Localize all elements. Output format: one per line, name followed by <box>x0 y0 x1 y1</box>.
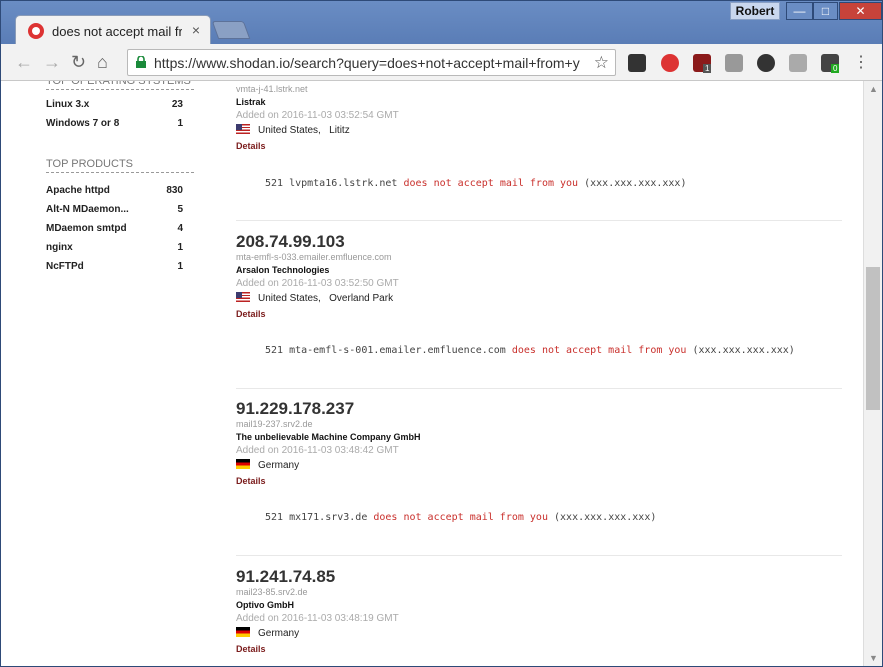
url-text[interactable]: https://www.shodan.io/search?query=does+… <box>154 55 584 71</box>
result-item: vmta-j-41.lstrk.net Listrak Added on 201… <box>236 84 842 221</box>
facet-product-item[interactable]: NcFTPd 1 <box>46 261 194 280</box>
bookmark-star-icon[interactable]: ☆ <box>594 53 609 73</box>
close-window-button[interactable]: ✕ <box>839 2 882 20</box>
tab-close-icon[interactable]: × <box>192 22 200 38</box>
top-products-heading: TOP PRODUCTS <box>46 158 194 173</box>
address-bar[interactable]: https://www.shodan.io/search?query=does+… <box>127 49 616 76</box>
ublock-badge: 1 <box>703 64 712 73</box>
tab-title: does not accept mail from <box>52 24 182 39</box>
result-item: 91.229.178.237 mail19-237.srv2.de The un… <box>236 399 842 556</box>
result-details-link[interactable]: Details <box>236 307 842 321</box>
scroll-down-arrow-icon[interactable]: ▼ <box>864 650 883 666</box>
incognito-icon[interactable] <box>628 54 646 72</box>
germany-flag-icon <box>236 627 250 637</box>
page-content: TOP OPERATING SYSTEMS Linux 3.x 23 Window… <box>1 81 863 666</box>
facet-os-item[interactable]: Windows 7 or 81 <box>46 118 194 137</box>
result-added-date: Added on 2016-11-03 03:52:50 GMT <box>236 278 399 289</box>
result-organization: Listrak <box>236 97 266 107</box>
notes-icon[interactable] <box>725 54 743 72</box>
result-hostname: vmta-j-41.lstrk.net <box>236 84 308 94</box>
result-organization: Arsalon Technologies <box>236 265 330 275</box>
back-arrow-icon[interactable]: ← <box>15 52 33 73</box>
result-hostname: mail23-85.srv2.de <box>236 587 308 597</box>
result-location: United States, Overland Park <box>236 290 842 307</box>
result-organization: Optivo GmbH <box>236 600 294 610</box>
title-bar: does not accept mail from × Robert — □ ✕ <box>1 1 882 45</box>
facet-product-item[interactable]: nginx 1 <box>46 242 194 261</box>
result-details-link[interactable]: Details <box>236 139 842 153</box>
facet-product-item[interactable]: Apache httpd 830 <box>46 185 194 204</box>
minimize-button[interactable]: — <box>786 2 813 20</box>
menu-icon[interactable]: ⋮ <box>853 52 869 72</box>
tab-shodan[interactable]: does not accept mail from × <box>15 15 211 45</box>
vertical-scrollbar[interactable]: ▲ ▼ <box>863 81 882 666</box>
result-location: Germany <box>236 457 842 474</box>
result-location: Germany <box>236 625 842 642</box>
facet-product-item[interactable]: Alt-N MDaemon... 5 <box>46 204 194 223</box>
vpn-icon[interactable]: 0 <box>821 54 840 73</box>
browser-window: does not accept mail from × Robert — □ ✕… <box>0 0 883 667</box>
result-added-date: Added on 2016-11-03 03:48:19 GMT <box>236 613 399 624</box>
os-list: Linux 3.x 23 Windows 7 or 81 <box>46 99 194 137</box>
result-location: United States, Lititz <box>236 122 842 139</box>
scroll-up-arrow-icon[interactable]: ▲ <box>864 81 883 97</box>
vpn-badge: 0 <box>831 64 840 73</box>
browser-toolbar: ← → ↻ ⌂ https://www.shodan.io/search?que… <box>1 44 882 81</box>
forward-arrow-icon[interactable]: → <box>43 52 61 73</box>
us-flag-icon <box>236 124 250 134</box>
broom-icon[interactable] <box>789 54 807 72</box>
new-tab-button[interactable] <box>211 21 251 39</box>
result-banner: 521 mta-emfl-s-001.emailer.emfluence.com… <box>265 345 795 356</box>
ublock-icon[interactable]: 1 <box>693 54 712 73</box>
top-os-heading: TOP OPERATING SYSTEMS <box>46 81 194 90</box>
result-ip-link[interactable]: 91.241.74.85 <box>236 567 842 587</box>
result-item: 91.241.74.85 mail23-85.srv2.de Optivo Gm… <box>236 567 842 666</box>
reload-icon[interactable]: ↻ <box>71 52 86 73</box>
result-added-date: Added on 2016-11-03 03:48:42 GMT <box>236 445 399 456</box>
vivaldi-icon[interactable] <box>661 54 679 72</box>
result-ip-link[interactable]: 91.229.178.237 <box>236 399 842 419</box>
ghostery-icon[interactable] <box>757 54 775 72</box>
result-details-link[interactable]: Details <box>236 642 842 656</box>
germany-flag-icon <box>236 459 250 469</box>
products-list: Apache httpd 830 Alt-N MDaemon... 5 MDaemo… <box>46 185 194 280</box>
result-organization: The unbelievable Machine Company GmbH <box>236 432 421 442</box>
maximize-button[interactable]: □ <box>813 2 838 20</box>
result-banner: 521 mx171.srv3.de does not accept mail f… <box>265 512 657 523</box>
result-hostname: mail19-237.srv2.de <box>236 419 313 429</box>
us-flag-icon <box>236 292 250 302</box>
result-details-link[interactable]: Details <box>236 474 842 488</box>
facet-os-item[interactable]: Linux 3.x 23 <box>46 99 194 118</box>
result-hostname: mta-emfl-s-033.emailer.emfluence.com <box>236 252 392 262</box>
facet-product-item[interactable]: MDaemon smtpd 4 <box>46 223 194 242</box>
shodan-favicon-icon <box>28 23 44 39</box>
scrollbar-thumb[interactable] <box>866 267 880 410</box>
home-icon[interactable]: ⌂ <box>97 52 108 73</box>
result-added-date: Added on 2016-11-03 03:52:54 GMT <box>236 110 399 121</box>
lock-icon <box>136 56 146 68</box>
result-ip-link[interactable]: 208.74.99.103 <box>236 232 842 252</box>
result-item: 208.74.99.103 mta-emfl-s-033.emailer.emf… <box>236 232 842 389</box>
result-banner: 521 lvpmta16.lstrk.net does not accept m… <box>265 178 687 189</box>
profile-button[interactable]: Robert <box>730 2 780 20</box>
